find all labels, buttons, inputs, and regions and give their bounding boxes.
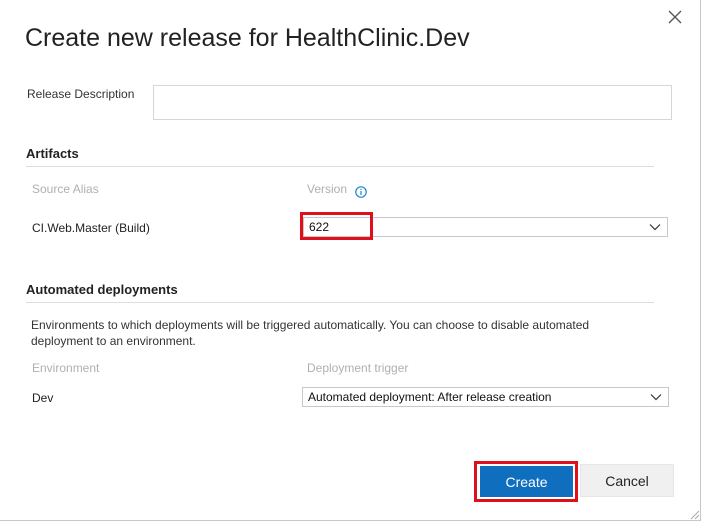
release-description-input[interactable] (153, 85, 672, 120)
deployment-trigger-select[interactable]: Automated deployment: After release crea… (302, 387, 669, 407)
create-button[interactable]: Create (480, 466, 573, 497)
create-release-dialog: Create new release for HealthClinic.Dev … (0, 0, 701, 521)
chevron-down-icon (649, 224, 661, 231)
deployment-trigger-value: Automated deployment: After release crea… (308, 390, 552, 404)
artifact-source-alias: CI.Web.Master (Build) (32, 221, 150, 235)
resize-grip-icon[interactable] (688, 508, 700, 520)
chevron-down-icon (650, 394, 662, 401)
deployment-trigger-header: Deployment trigger (307, 361, 409, 375)
source-alias-header: Source Alias (32, 182, 99, 196)
automated-divider (26, 302, 654, 303)
environment-name: Dev (32, 391, 54, 405)
info-icon[interactable] (355, 186, 367, 198)
artifacts-divider (26, 166, 654, 167)
dialog-title: Create new release for HealthClinic.Dev (25, 24, 470, 52)
close-button[interactable] (664, 6, 686, 28)
automated-deployments-heading: Automated deployments (26, 282, 178, 297)
version-header: Version (307, 182, 348, 196)
automated-help-text: Environments to which deployments will b… (31, 318, 590, 348)
environment-header: Environment (32, 361, 100, 375)
cancel-button[interactable]: Cancel (580, 464, 674, 497)
artifacts-heading: Artifacts (26, 146, 79, 161)
version-highlight-box (300, 212, 373, 240)
close-icon (668, 10, 682, 24)
release-description-label: Release Description (27, 87, 135, 101)
